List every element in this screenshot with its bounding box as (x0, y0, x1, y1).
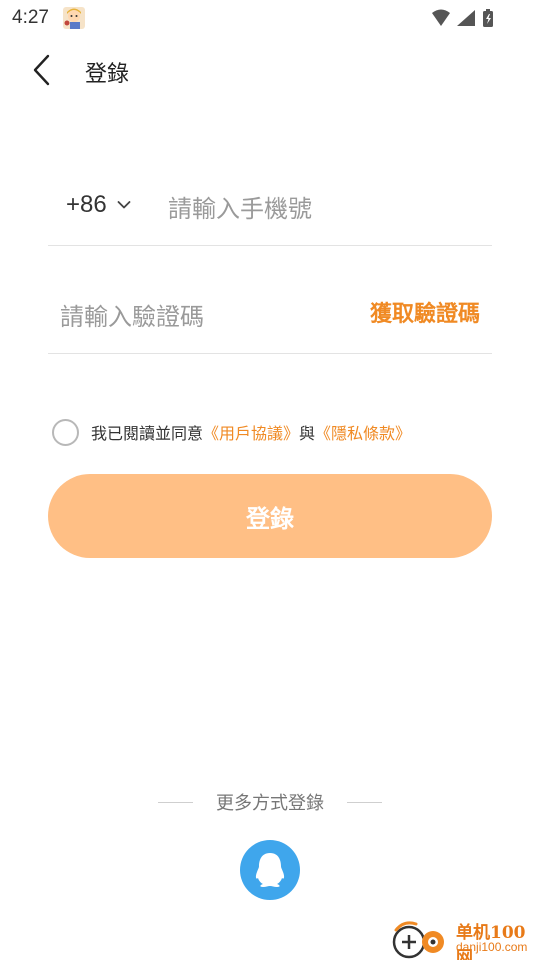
login-button[interactable]: 登錄 (48, 474, 492, 558)
agreement-row: 我已閱讀並同意《用戶協議》與《隱私條款》 (52, 418, 411, 446)
danji100-logo-icon (392, 921, 444, 959)
wifi-icon (432, 9, 450, 26)
verification-code-row: 獲取驗證碼 (48, 280, 492, 354)
battery-icon (483, 9, 493, 27)
notification-avatar-icon (63, 7, 85, 29)
country-code-label: +86 (66, 191, 107, 218)
login-button-label: 登錄 (246, 504, 294, 533)
divider-left (158, 801, 193, 803)
privacy-policy-link[interactable]: 《隱私條款》 (315, 424, 411, 443)
watermark: 单机100网 danji100.com (388, 914, 538, 960)
status-time: 4:27 (12, 7, 49, 28)
agree-checkbox[interactable] (52, 418, 79, 446)
watermark-domain: danji100.com (456, 940, 528, 954)
phone-number-input[interactable] (168, 190, 468, 228)
qq-penguin-icon (255, 853, 285, 887)
get-code-button[interactable]: 獲取驗證碼 (370, 296, 480, 328)
status-icons (432, 9, 493, 27)
country-code-selector[interactable]: +86 (66, 188, 131, 222)
page-title: 登錄 (85, 62, 130, 87)
qq-login-button[interactable] (240, 840, 300, 900)
signal-icon (457, 10, 475, 26)
divider-right (347, 801, 382, 803)
agreement-prefix: 我已閱讀並同意 (91, 424, 204, 443)
more-options-label: 更多方式登錄 (216, 793, 324, 814)
user-agreement-link[interactable]: 《用戶協議》 (203, 424, 299, 443)
status-bar: 4:27 (0, 0, 540, 36)
phone-row: +86 (48, 170, 492, 246)
agreement-conjunction: 與 (299, 424, 316, 443)
chevron-down-icon (117, 201, 131, 209)
back-arrow-icon[interactable] (28, 52, 60, 88)
header: 登錄 (0, 40, 540, 100)
verification-code-input[interactable] (60, 298, 320, 336)
more-login-options: 更多方式登錄 (158, 788, 382, 816)
agreement-text: 我已閱讀並同意《用戶協議》與《隱私條款》 (91, 420, 411, 444)
